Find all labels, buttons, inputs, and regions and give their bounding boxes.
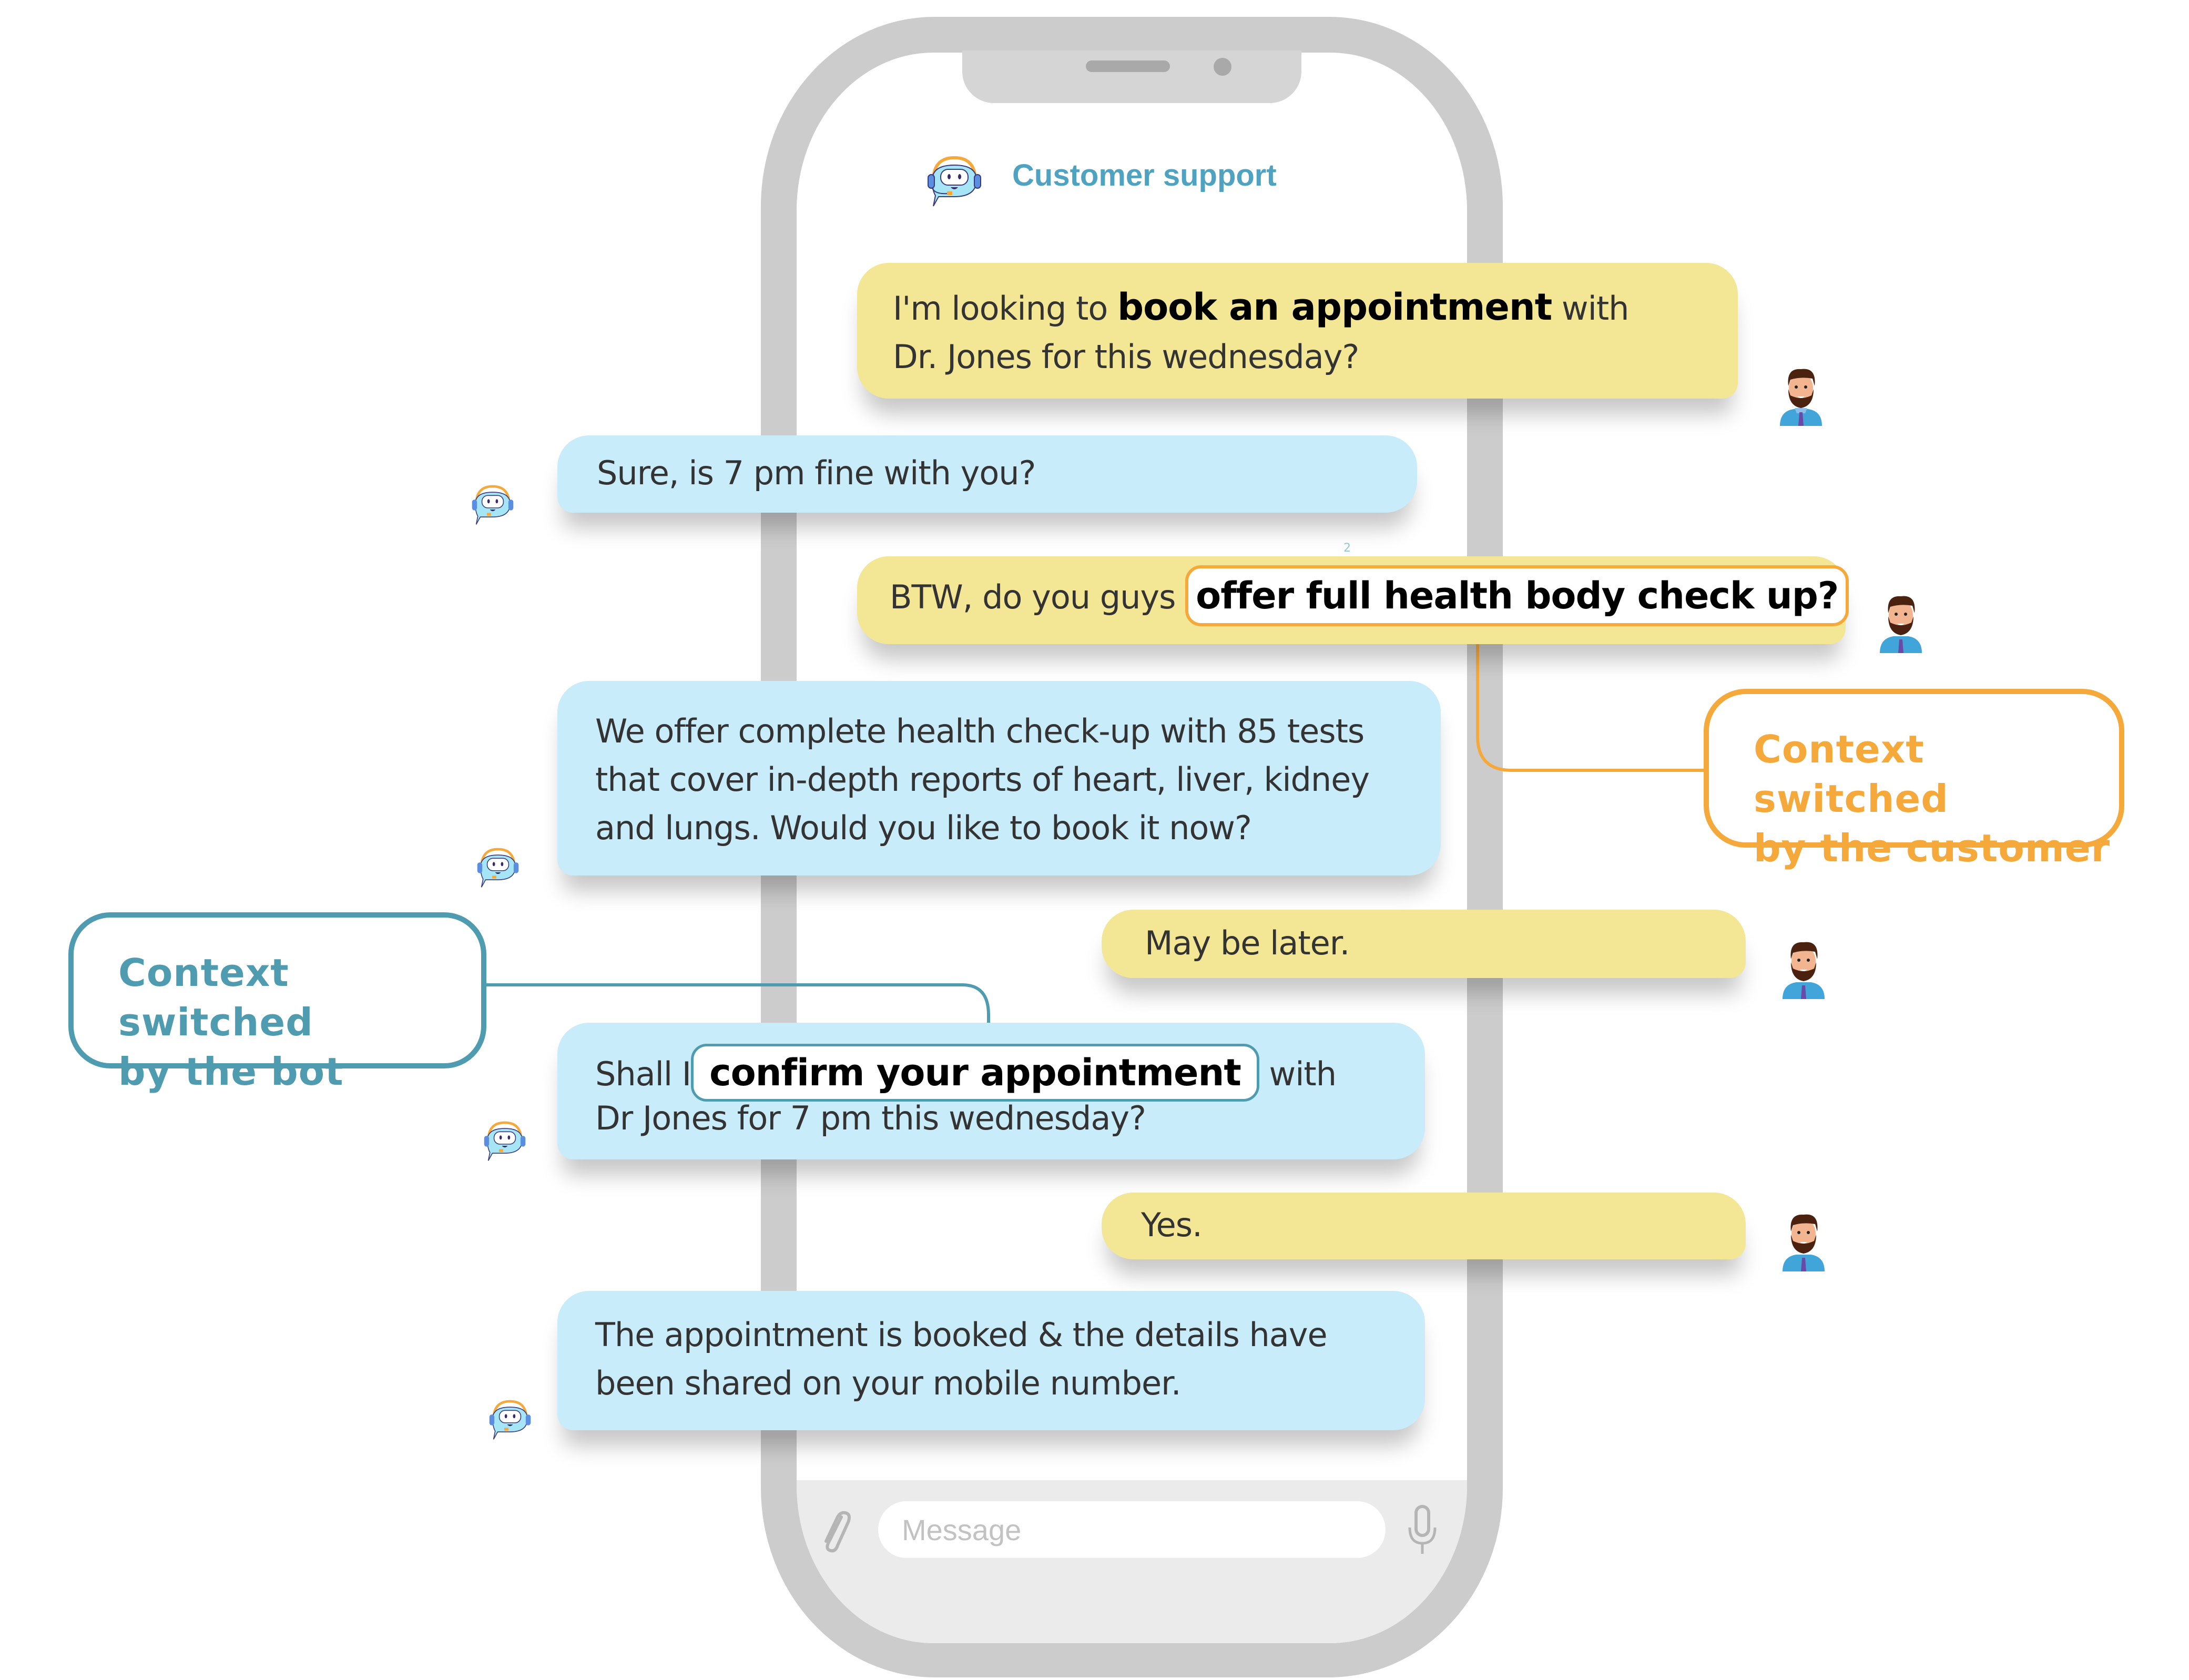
user-message-5: May be later. [1102, 910, 1746, 978]
callout-context-switched-bot: Context switched by the bot [68, 912, 486, 1094]
message-input[interactable] [878, 1501, 1386, 1558]
bot-avatar [477, 848, 519, 888]
bot-message-8: The appointment is booked & the details … [557, 1291, 1425, 1430]
speaker-grille [1086, 60, 1170, 72]
context-switch-highlight-customer: offer full health body check up? [1185, 565, 1849, 626]
front-camera [1214, 58, 1231, 76]
context-switch-highlight-bot: confirm your appointment [691, 1044, 1259, 1102]
message-text: that cover in-depth reports of heart, li… [595, 760, 1370, 799]
message-text: The appointment is booked & the details … [595, 1316, 1328, 1354]
callout-text: Context switched [118, 951, 313, 1044]
bot-avatar [489, 1400, 531, 1440]
marker-label: 2 [1343, 542, 1351, 555]
user-message-3: BTW, do you guys offer full health body … [857, 556, 1849, 644]
microphone-icon[interactable] [1401, 1501, 1443, 1559]
bot-headset-icon [928, 156, 981, 207]
customer-connector-line [1476, 631, 1704, 772]
message-text: Dr. Jones for this wednesday? [893, 338, 1359, 376]
bot-message-4: We offer complete health check-up with 8… [557, 681, 1441, 875]
callout-text: by the bot [118, 1050, 344, 1094]
paperclip-icon[interactable] [812, 1506, 860, 1554]
message-text: Sure, is 7 pm fine with you? [597, 454, 1036, 492]
bot-message-2: Sure, is 7 pm fine with you? [557, 435, 1417, 513]
callout-text: Context switched [1754, 727, 1949, 821]
callout-context-switched-customer: Context switched by the customer [1704, 689, 2124, 870]
user-avatar [1780, 369, 1822, 426]
message-text: Yes. [1141, 1206, 1203, 1244]
message-text: Shall I [595, 1055, 691, 1093]
chat-title: Customer support [1012, 158, 1277, 192]
message-text: BTW, do you guys [890, 578, 1186, 616]
user-avatar [1783, 1214, 1825, 1271]
message-text: I'm looking to [893, 289, 1117, 328]
message-keyword: book an appointment [1117, 286, 1552, 329]
callout-text: by the customer [1754, 826, 2111, 870]
message-text: May be later. [1145, 924, 1350, 962]
bot-message-6: Shall Iconfirm your appointment with Dr … [557, 1023, 1425, 1159]
user-message-7: Yes. [1102, 1193, 1746, 1259]
message-text: been shared on your mobile number. [595, 1364, 1182, 1402]
bot-avatar [472, 485, 514, 525]
message-text: We offer complete health check-up with 8… [595, 712, 1365, 750]
message-text: with [1259, 1055, 1337, 1093]
message-text: with [1552, 289, 1630, 328]
user-avatar [1880, 596, 1922, 653]
phone-notch [962, 50, 1301, 103]
user-avatar [1783, 942, 1825, 999]
message-text: and lungs. Would you like to book it now… [595, 809, 1252, 847]
bot-avatar [484, 1121, 526, 1161]
user-message-1: I'm looking to book an appointment with … [857, 263, 1738, 399]
